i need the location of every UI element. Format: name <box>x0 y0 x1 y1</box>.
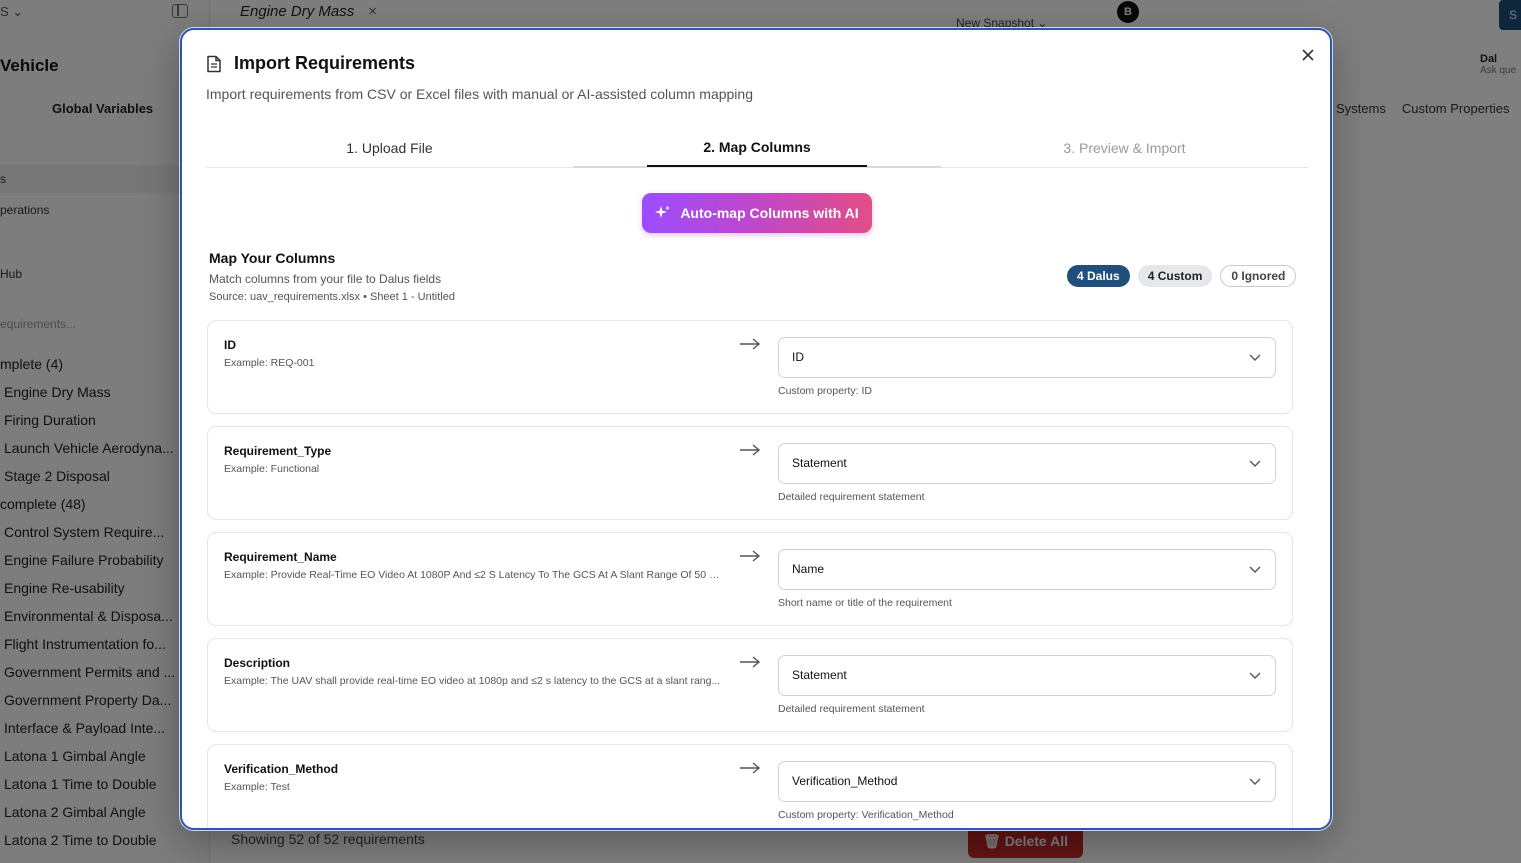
mapping-summary: 4 Dalus 4 Custom 0 Ignored <box>1067 265 1297 287</box>
arrow-right-icon <box>740 338 761 350</box>
dialog-title: Import Requirements <box>234 53 416 73</box>
target-field-value: Statement <box>792 668 847 682</box>
source-file-info: Source: uav_requirements.xlsx • Sheet 1 … <box>209 291 455 303</box>
column-mapping-row: Description Example: The UAV shall provi… <box>207 638 1293 732</box>
arrow-right-icon <box>740 550 761 562</box>
map-columns-heading: Map Your Columns <box>209 250 336 266</box>
source-column-example: Example: Provide Real-Time EO Video At 1… <box>224 569 724 581</box>
target-field-select[interactable]: ID <box>778 337 1276 378</box>
target-field-select[interactable]: Verification_Method <box>778 761 1276 802</box>
step-track <box>573 166 647 168</box>
wizard-steps: 1. Upload File 2. Map Columns 3. Preview… <box>206 132 1308 168</box>
step-track <box>867 166 941 168</box>
step-map-columns[interactable]: 2. Map Columns <box>647 139 867 155</box>
column-mapping-row: Verification_Method Example: Test Verifi… <box>207 744 1293 828</box>
source-column-example: Example: Test <box>224 781 290 793</box>
dalus-count-badge: 4 Dalus <box>1067 265 1130 287</box>
chevron-down-icon <box>1249 354 1261 361</box>
source-column-name: Requirement_Type <box>224 444 332 458</box>
map-columns-subtitle: Match columns from your file to Dalus fi… <box>209 272 442 286</box>
close-icon[interactable] <box>1298 45 1318 65</box>
arrow-right-icon <box>740 656 761 668</box>
document-icon <box>207 55 221 72</box>
sparkle-icon <box>655 205 671 218</box>
import-requirements-dialog: Import Requirements Import requirements … <box>180 28 1332 830</box>
target-field-select[interactable]: Name <box>778 549 1276 590</box>
column-mapping-row: Requirement_Name Example: Provide Real-T… <box>207 532 1293 626</box>
arrow-right-icon <box>740 444 761 456</box>
column-mapping-row: Requirement_Type Example: Functional Sta… <box>207 426 1293 520</box>
target-field-select[interactable]: Statement <box>778 443 1276 484</box>
active-step-indicator <box>647 165 867 167</box>
target-field-value: Statement <box>792 456 847 470</box>
source-column-name: Verification_Method <box>224 762 339 776</box>
target-field-value: Name <box>792 562 825 576</box>
target-field-hint: Detailed requirement statement <box>778 703 925 715</box>
auto-map-ai-label: Auto-map Columns with AI <box>680 205 859 221</box>
target-field-value: ID <box>792 350 804 364</box>
source-column-example: Example: The UAV shall provide real-time… <box>224 675 721 687</box>
custom-count-badge: 4 Custom <box>1137 265 1213 287</box>
chevron-down-icon <box>1249 566 1261 573</box>
auto-map-ai-button[interactable]: Auto-map Columns with AI <box>642 193 872 233</box>
ignored-count-badge: 0 Ignored <box>1220 265 1297 287</box>
chevron-down-icon <box>1249 460 1261 467</box>
target-field-hint: Custom property: ID <box>778 385 872 397</box>
step-upload-file[interactable]: 1. Upload File <box>206 140 573 156</box>
step-preview-import[interactable]: 3. Preview & Import <box>941 140 1308 156</box>
source-column-name: ID <box>224 338 236 352</box>
chevron-down-icon <box>1249 672 1261 679</box>
source-column-name: Description <box>224 656 291 670</box>
column-mapping-row: ID Example: REQ-001 ID Custom property: … <box>207 320 1293 414</box>
arrow-right-icon <box>740 762 761 774</box>
target-field-value: Verification_Method <box>792 774 898 788</box>
source-column-name: Requirement_Name <box>224 550 337 564</box>
target-field-hint: Custom property: Verification_Method <box>778 809 954 821</box>
target-field-hint: Detailed requirement statement <box>778 491 925 503</box>
source-column-example: Example: Functional <box>224 463 320 475</box>
dialog-description: Import requirements from CSV or Excel fi… <box>206 86 753 102</box>
chevron-down-icon <box>1249 778 1261 785</box>
target-field-select[interactable]: Statement <box>778 655 1276 696</box>
target-field-hint: Short name or title of the requirement <box>778 597 952 609</box>
source-column-example: Example: REQ-001 <box>224 357 315 369</box>
dialog-header: Import Requirements <box>206 53 415 74</box>
